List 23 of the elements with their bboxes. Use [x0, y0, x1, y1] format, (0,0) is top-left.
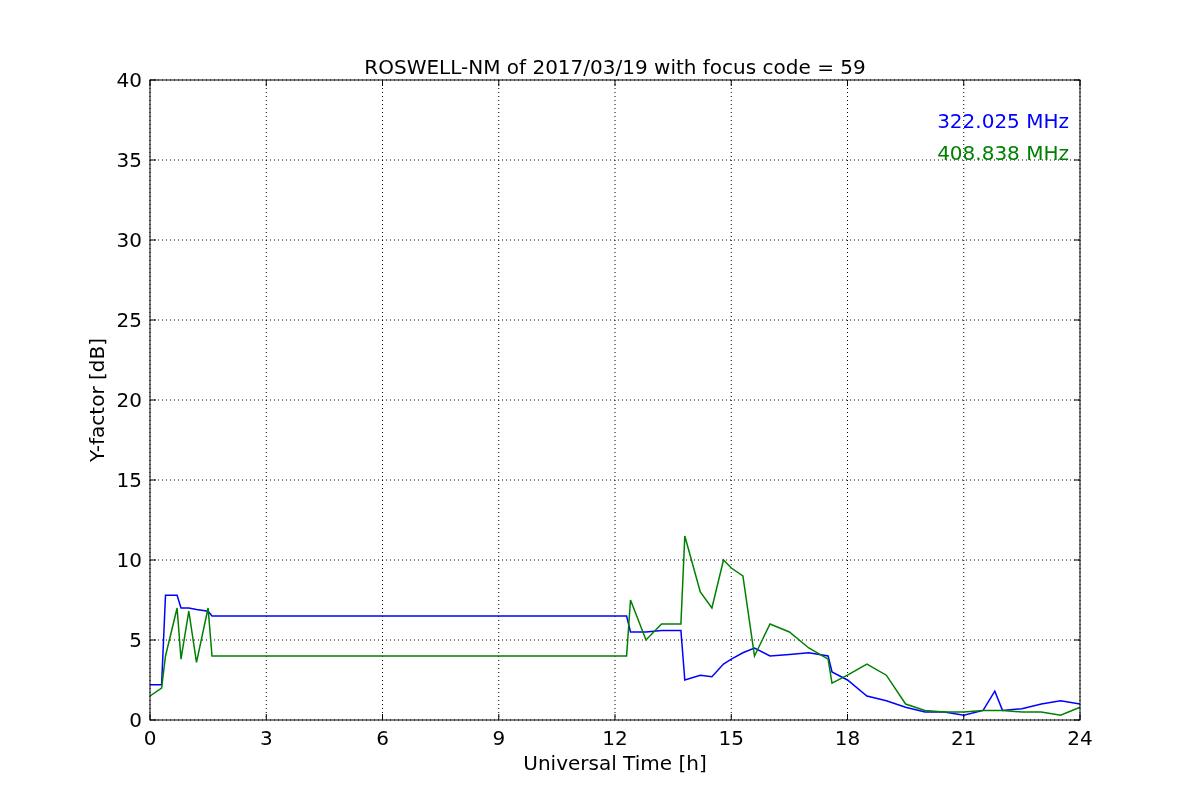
y-tick-label: 20 [116, 388, 142, 412]
y-tick-label: 5 [129, 628, 142, 652]
y-tick-label: 15 [116, 468, 142, 492]
y-tick-label: 0 [129, 708, 142, 732]
x-tick-label: 0 [143, 726, 157, 750]
y-tick-label: 35 [116, 148, 142, 172]
y-tick-label: 25 [116, 308, 142, 332]
y-axis-label: Y-factor [dB] [85, 338, 109, 462]
legend-label: 408.838 MHz [937, 141, 1069, 165]
y-tick-label: 40 [116, 68, 142, 92]
x-tick-label: 15 [718, 726, 744, 750]
x-tick-label: 12 [602, 726, 628, 750]
x-tick-label: 21 [951, 726, 977, 750]
x-tick-label: 24 [1067, 726, 1093, 750]
chart-title: ROSWELL-NM of 2017/03/19 with focus code = 59 [364, 55, 866, 79]
y-tick-label: 10 [116, 548, 142, 572]
x-tick-label: 18 [834, 726, 861, 750]
x-tick-label: 3 [259, 726, 273, 750]
x-tick-label: 6 [376, 726, 389, 750]
y-tick-label: 30 [116, 228, 142, 252]
x-tick-label: 9 [492, 726, 506, 750]
x-axis-label: Universal Time [h] [523, 751, 707, 775]
legend-label: 322.025 MHz [937, 109, 1069, 133]
